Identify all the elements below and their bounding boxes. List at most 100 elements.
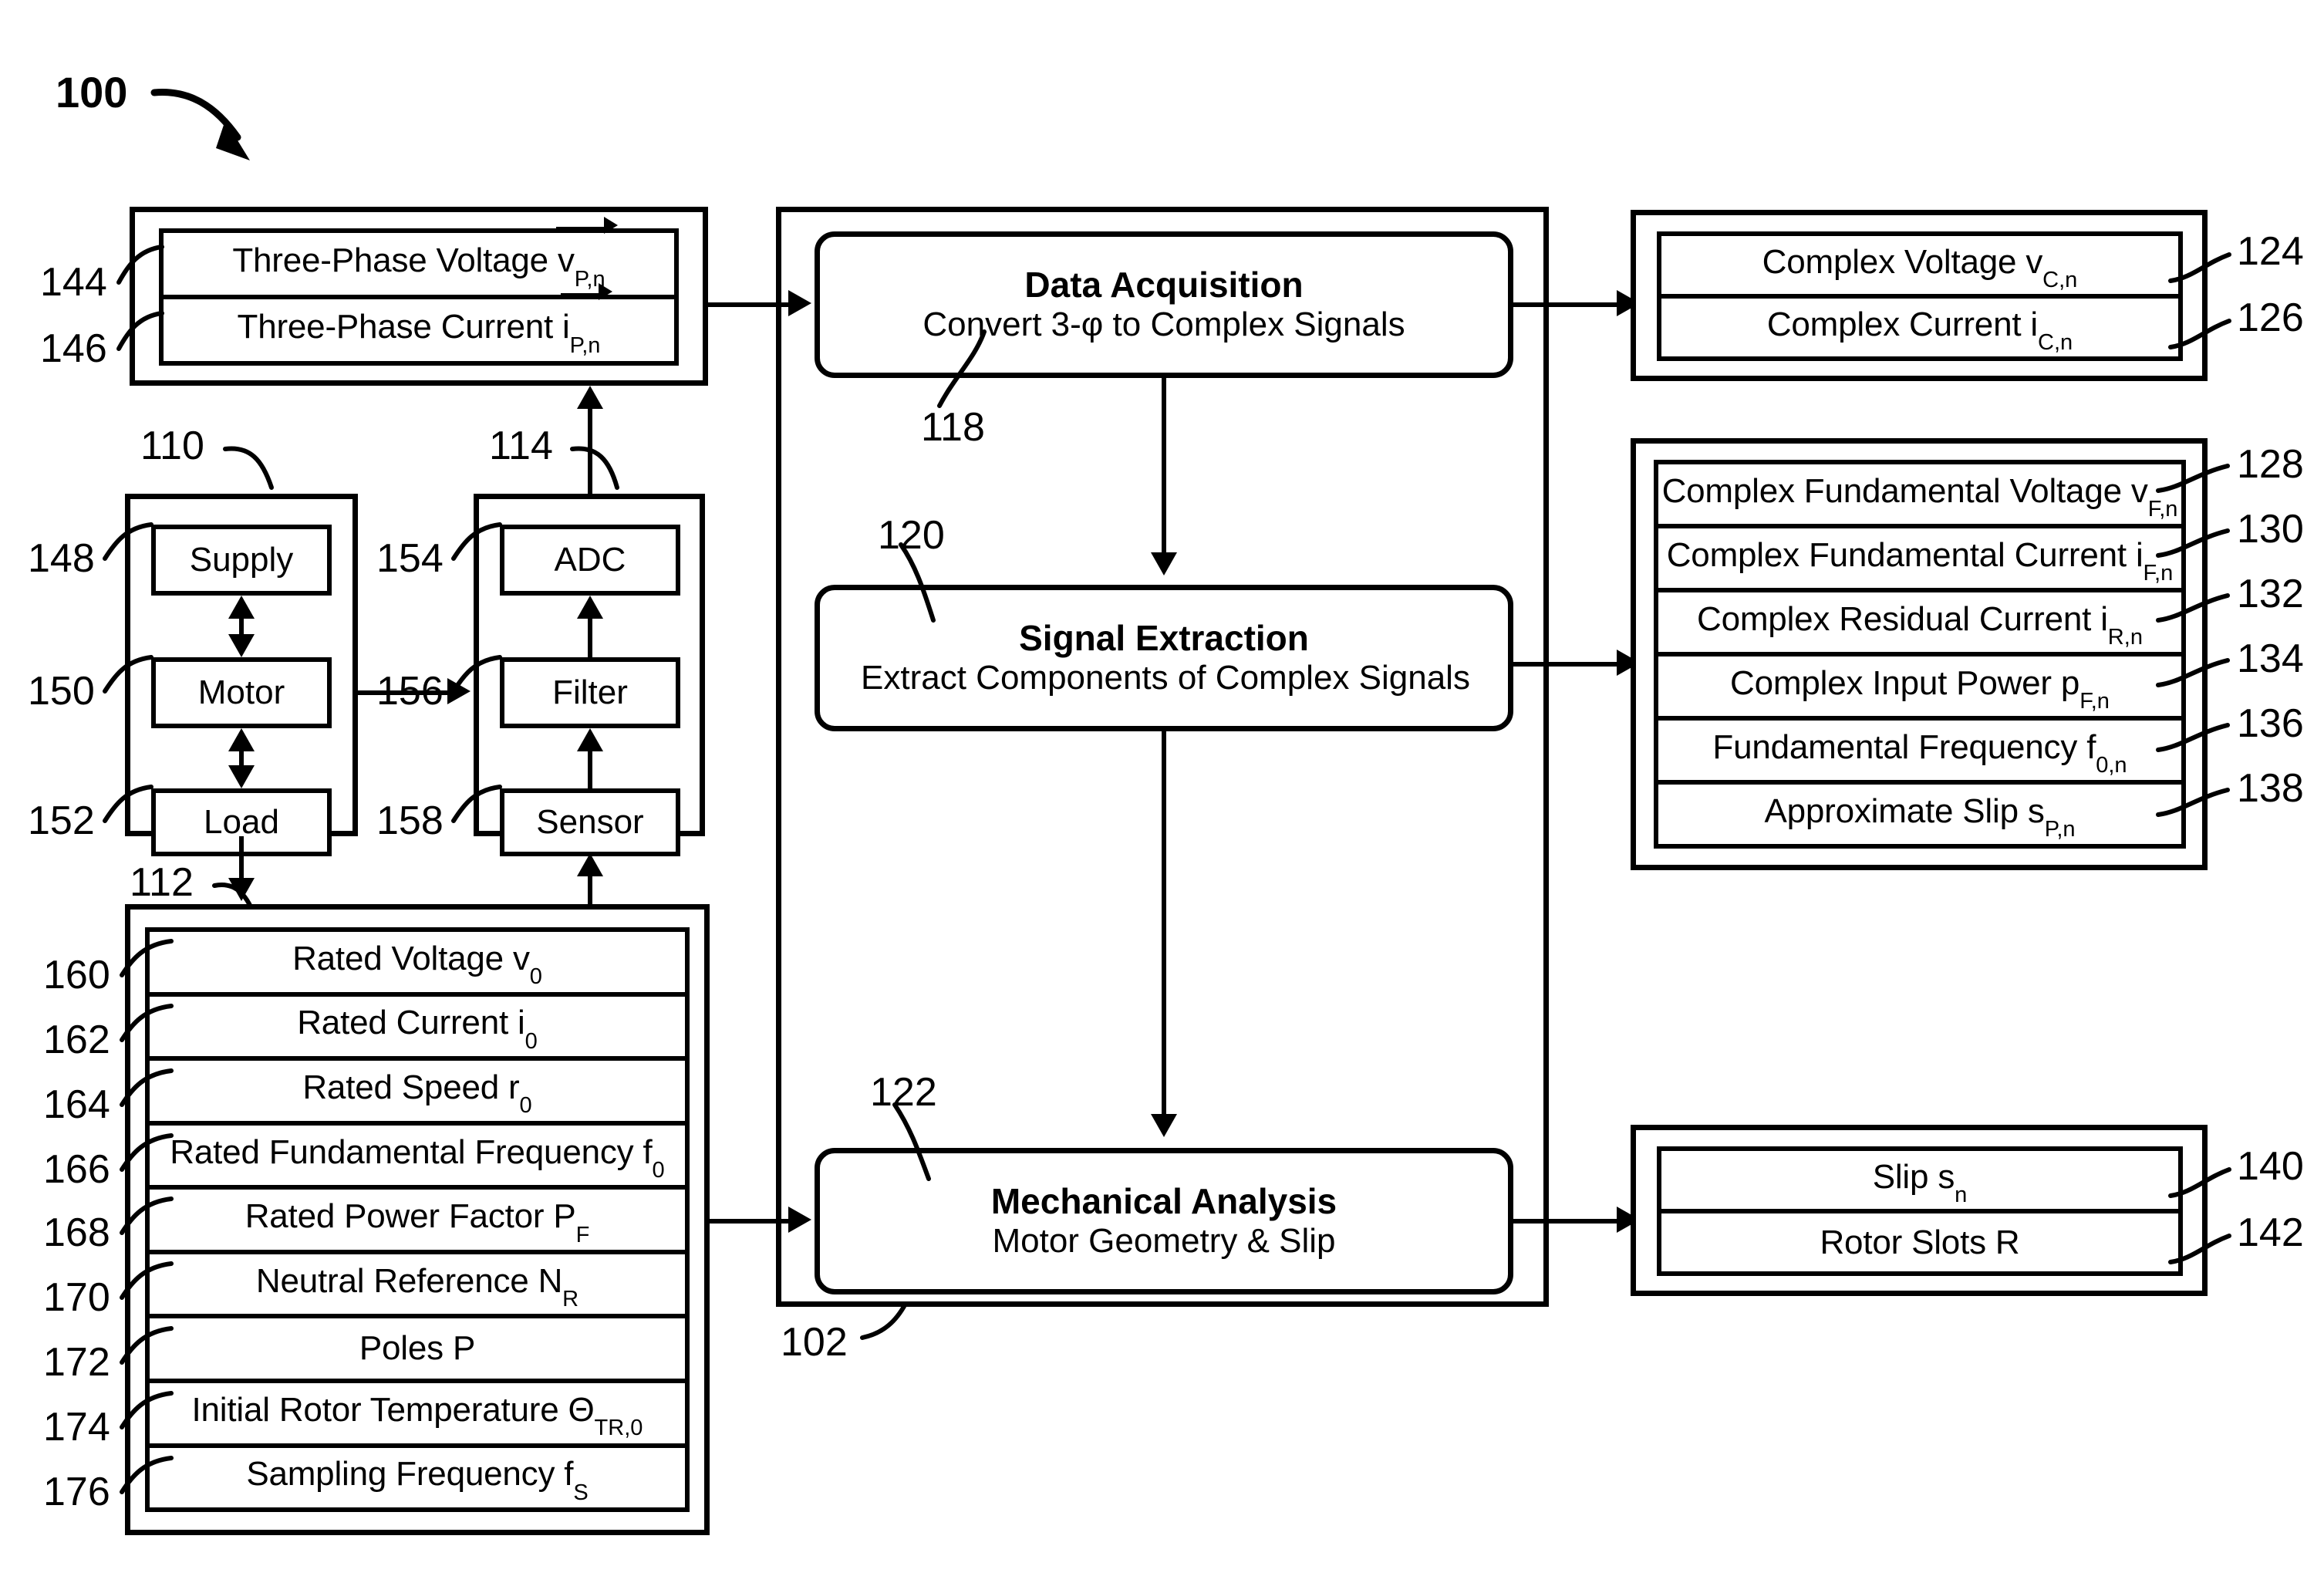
- process-subtitle: Extract Components of Complex Signals: [861, 658, 1470, 697]
- motor-to-params-line: [239, 836, 244, 879]
- ref-170: 170: [43, 1275, 110, 1320]
- ref-168: 168: [43, 1210, 110, 1255]
- ref-124: 124: [2237, 229, 2304, 274]
- rated-power-factor-label: Rated Power Factor PF: [245, 1197, 590, 1247]
- input-signals-list: Three-Phase Voltage vP,n Three-Phase Cur…: [159, 217, 679, 366]
- list-item: Complex Residual Current iR,n: [1658, 592, 2181, 656]
- ref-134-leader: [2156, 658, 2230, 687]
- ref-122-leader: [892, 1102, 931, 1181]
- list-item: Neutral Reference NR: [150, 1254, 685, 1319]
- ref-102: 102: [781, 1320, 848, 1365]
- ref-114: 114: [489, 424, 553, 468]
- motor-box: Motor: [151, 657, 332, 728]
- ref-130: 130: [2237, 507, 2304, 552]
- ref-152-leader: [103, 785, 153, 823]
- list-item: Rated Power Factor PF: [150, 1190, 685, 1254]
- ref-166-leader: [120, 1133, 174, 1172]
- neutral-reference-label: Neutral Reference NR: [255, 1261, 579, 1312]
- process-title: Data Acquisition: [1024, 265, 1304, 305]
- outputs-mechanical-list: Slip sn Rotor Slots R: [1657, 1146, 2183, 1276]
- ref-154-leader: [451, 522, 502, 561]
- motor-load-arrow-down: [228, 765, 255, 788]
- ref-164: 164: [43, 1082, 110, 1127]
- ref-162: 162: [43, 1018, 110, 1062]
- extract-to-mech-line: [1162, 731, 1166, 1116]
- ref-148-leader: [103, 522, 153, 561]
- outputs-complex-list: Complex Voltage vC,n Complex Current iC,…: [1657, 231, 2183, 361]
- ref-140: 140: [2237, 1144, 2304, 1189]
- list-item: Rated Voltage v0: [150, 932, 685, 997]
- ref-152: 152: [28, 798, 95, 843]
- ref-146: 146: [40, 326, 107, 371]
- ref-144: 144: [40, 260, 107, 305]
- ref-158-leader: [451, 785, 502, 823]
- ref-128: 128: [2237, 442, 2304, 487]
- ref-124-leader: [2168, 252, 2231, 283]
- complex-residual-current-label: Complex Residual Current iR,n: [1697, 599, 2143, 650]
- supply-box: Supply: [151, 525, 332, 596]
- extract-to-mech-arrow: [1151, 1114, 1177, 1137]
- rated-parameters-list: Rated Voltage v0 Rated Current i0 Rated …: [145, 927, 690, 1512]
- ref-110: 110: [140, 424, 204, 468]
- ref-150: 150: [28, 669, 95, 714]
- ref-126-leader: [2168, 319, 2231, 349]
- ref-164-leader: [120, 1068, 174, 1107]
- ref-136: 136: [2237, 701, 2304, 746]
- params-to-sensor-arrow: [577, 853, 603, 876]
- ref-174-leader: [120, 1391, 174, 1429]
- ref-126: 126: [2237, 295, 2304, 340]
- list-item: Fundamental Frequency f0,n: [1658, 721, 2181, 785]
- process-subtitle: Motor Geometry & Slip: [992, 1221, 1336, 1260]
- list-item: Rated Fundamental Frequency f0: [150, 1126, 685, 1190]
- list-item: Sampling Frequency fS: [150, 1448, 685, 1508]
- fundamental-frequency-label: Fundamental Frequency f0,n: [1712, 727, 2127, 778]
- list-item: Poles P: [150, 1318, 685, 1383]
- complex-current-label: Complex Current iC,n: [1766, 305, 2073, 356]
- rated-speed-label: Rated Speed r0: [302, 1068, 532, 1119]
- complex-fundamental-current-label: Complex Fundamental Current iF,n: [1666, 535, 2174, 586]
- filter-box: Filter: [500, 657, 680, 728]
- ref-138: 138: [2237, 766, 2304, 811]
- list-item: Slip sn: [1661, 1151, 2178, 1213]
- initial-rotor-temperature-label: Initial Rotor Temperature ΘTR,0: [191, 1390, 643, 1441]
- ref-138-leader: [2156, 788, 2230, 817]
- list-item: Complex Current iC,n: [1661, 299, 2178, 356]
- acq-to-extract-arrow: [1151, 552, 1177, 575]
- sampling-frequency-label: Sampling Frequency fS: [246, 1455, 589, 1505]
- list-item: Complex Fundamental Current iF,n: [1658, 528, 2181, 592]
- ref-154: 154: [376, 536, 444, 581]
- ref-112: 112: [130, 860, 194, 905]
- ref-142-leader: [2168, 1234, 2231, 1264]
- motor-to-params-arrow: [228, 878, 255, 901]
- params-to-sensor-line: [588, 876, 592, 907]
- motor-to-filter-line: [358, 690, 449, 695]
- motor-load-arrow-up: [228, 728, 255, 751]
- process-data-acquisition: Data Acquisition Convert 3-φ to Complex …: [815, 231, 1513, 378]
- poles-label: Poles P: [359, 1329, 476, 1368]
- supply-motor-arrow-up: [228, 596, 255, 619]
- ref-166: 166: [43, 1147, 110, 1192]
- ref-160-leader: [120, 939, 174, 977]
- list-item: Complex Fundamental Voltage vF,n: [1658, 464, 2181, 528]
- ref-150-leader: [103, 655, 153, 694]
- list-item: Three-Phase Current iP,n: [164, 283, 674, 361]
- list-item: Rated Speed r0: [150, 1061, 685, 1126]
- filter-adc-arrow: [577, 596, 603, 619]
- ref-176: 176: [43, 1470, 110, 1514]
- figure-canvas: 100 Three-Phase Voltage vP,n Three-Phase…: [0, 0, 2324, 1583]
- list-item: Initial Rotor Temperature ΘTR,0: [150, 1383, 685, 1448]
- motor-to-filter-arrow: [447, 678, 471, 704]
- ref-158: 158: [376, 798, 444, 843]
- params-to-mech-line: [708, 1219, 793, 1224]
- ref-136-leader: [2156, 723, 2230, 752]
- list-item: Complex Voltage vC,n: [1661, 236, 2178, 299]
- figure-number-arrow: [150, 89, 250, 160]
- adc-box: ADC: [500, 525, 680, 596]
- sensor-box: Sensor: [500, 788, 680, 856]
- ref-132: 132: [2237, 572, 2304, 616]
- rotor-slots-label: Rotor Slots R: [1820, 1223, 2020, 1261]
- ref-102-leader: [860, 1301, 908, 1340]
- input-to-acq-line: [708, 302, 791, 307]
- figure-number: 100: [56, 68, 128, 116]
- acq-to-extract-line: [1162, 378, 1166, 554]
